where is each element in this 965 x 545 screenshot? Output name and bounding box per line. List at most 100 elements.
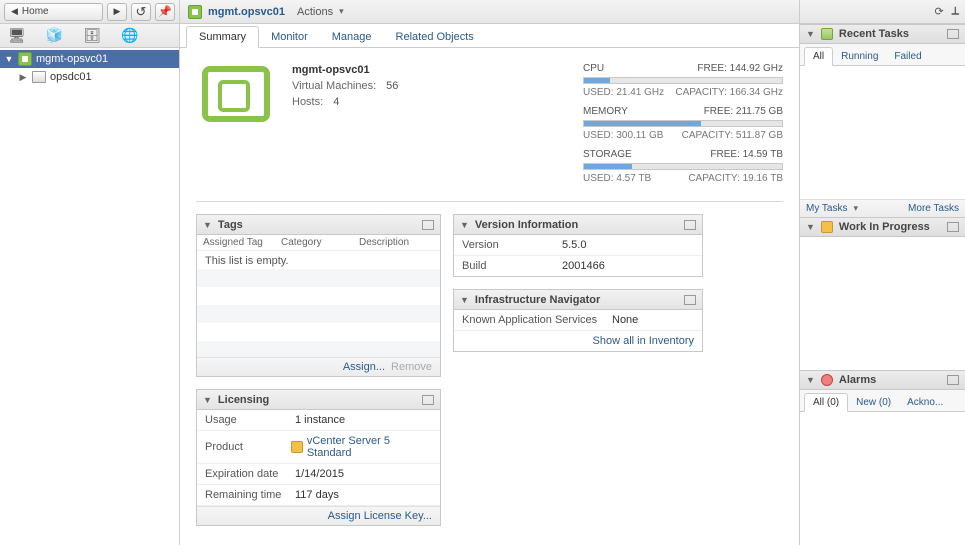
alarm-tab-all[interactable]: All (0) — [804, 393, 848, 412]
task-tab-running[interactable]: Running — [833, 48, 886, 65]
assign-tag-link[interactable]: Assign... — [343, 361, 385, 373]
lic-product-link[interactable]: vCenter Server 5 Standard — [291, 435, 432, 459]
panel-title: Version Information — [475, 219, 678, 231]
alarms-header: ▼ Alarms — [800, 370, 965, 390]
info-label: Virtual Machines: — [292, 80, 376, 92]
collapse-icon[interactable]: ▼ — [806, 222, 815, 232]
recent-tasks-tabs: All Running Failed — [800, 44, 965, 66]
object-header: mgmt.opsvc01 Actions — [180, 0, 799, 24]
licensing-panel: ▼ Licensing Usage1 instance ProductvCente… — [196, 389, 441, 526]
caret-right-icon: ▶ — [18, 72, 28, 83]
collapse-icon[interactable]: ▼ — [203, 395, 212, 405]
panel-title: Licensing — [218, 394, 416, 406]
section-title: Recent Tasks — [839, 28, 941, 40]
side-collapse-icon[interactable]: ⟂ — [952, 5, 959, 18]
metric-free: FREE: 14.59 TB — [710, 149, 783, 160]
licensing-row: Usage1 instance — [197, 410, 440, 431]
tree-node-label: opsdc01 — [50, 71, 92, 83]
collapse-icon[interactable]: ▼ — [806, 29, 815, 39]
panel-pop-out-icon[interactable] — [684, 220, 696, 230]
main-tabs: Summary Monitor Manage Related Objects — [180, 24, 799, 48]
licensing-row: Expiration date1/14/2015 — [197, 464, 440, 485]
assign-license-link[interactable]: Assign License Key... — [328, 510, 432, 522]
kv-key: Version — [462, 239, 562, 251]
metric-name: MEMORY — [583, 106, 628, 117]
metric-used: USED: 300.11 GB — [583, 130, 663, 141]
collapse-icon[interactable]: ▼ — [806, 375, 815, 385]
lic-key: Product — [205, 441, 291, 453]
network-view-icon[interactable]: 🌐 — [121, 27, 138, 44]
resource-metrics: CPUFREE: 144.92 GHzUSED: 21.41 GHzCAPACI… — [583, 60, 783, 187]
tree-node-datacenter[interactable]: ▶ opsdc01 — [0, 68, 179, 86]
datacenter-icon — [32, 71, 46, 83]
tab-manage[interactable]: Manage — [320, 27, 384, 47]
side-panel: ⟳ ⟂ ▼ Recent Tasks All Running Failed My… — [800, 0, 965, 545]
caret-down-icon: ▼ — [4, 54, 14, 64]
panel-pop-out-icon[interactable] — [684, 295, 696, 305]
alarms-body — [800, 412, 965, 545]
tree-node-vcenter[interactable]: ▼ mgmt-opsvc01 — [0, 50, 179, 68]
summary-name: mgmt-opsvc01 — [292, 64, 398, 76]
tab-label: Manage — [332, 31, 372, 43]
wip-icon — [821, 221, 833, 233]
vcenter-icon — [18, 52, 32, 66]
side-refresh-icon[interactable]: ⟳ — [934, 5, 943, 18]
remove-tag-link: Remove — [391, 361, 432, 373]
tab-label: Ackno... — [907, 397, 943, 408]
vcenter-large-icon — [196, 60, 276, 128]
alarm-tabs: All (0) New (0) Ackno... — [800, 390, 965, 412]
more-tasks-link[interactable]: More Tasks — [908, 203, 959, 214]
metric-used: USED: 4.57 TB — [583, 173, 651, 184]
navigator-panel: ◀ Home ▶ 🖥 🧊 🗄 🌐 ▼ mgmt-opsvc01 ▶ opsdc0… — [0, 0, 180, 545]
alarm-tab-new[interactable]: New (0) — [848, 394, 899, 411]
wip-body — [800, 237, 965, 370]
panel-pop-out-icon[interactable] — [947, 29, 959, 39]
lic-val: 1 instance — [295, 414, 345, 426]
lic-val: 1/14/2015 — [295, 468, 344, 480]
panel-pop-out-icon[interactable] — [947, 222, 959, 232]
nav-home-button[interactable]: ◀ Home — [4, 3, 103, 21]
chevron-right-icon: ▶ — [114, 6, 121, 17]
task-tab-failed[interactable]: Failed — [886, 48, 929, 65]
tab-label: Summary — [199, 31, 246, 43]
nav-forward-button[interactable]: ▶ — [107, 3, 127, 21]
nav-home-label: Home — [22, 6, 49, 17]
metric-free: FREE: 144.92 GHz — [697, 63, 783, 74]
col-header: Assigned Tag — [203, 237, 281, 248]
object-title-text: mgmt.opsvc01 — [208, 6, 285, 18]
hosts-view-icon[interactable]: 🖥 — [8, 27, 26, 44]
vms-view-icon[interactable]: 🧊 — [46, 27, 63, 44]
recent-tasks-body — [800, 66, 965, 199]
metric-used: USED: 21.41 GHz — [583, 87, 664, 98]
panel-pop-out-icon[interactable] — [947, 375, 959, 385]
col-header: Description — [359, 237, 409, 248]
collapse-icon[interactable]: ▼ — [460, 220, 469, 230]
alarm-tab-ack[interactable]: Ackno... — [899, 394, 951, 411]
licensing-row: Remaining time117 days — [197, 485, 440, 506]
panel-pop-out-icon[interactable] — [422, 395, 434, 405]
tab-related[interactable]: Related Objects — [384, 27, 486, 47]
tab-monitor[interactable]: Monitor — [259, 27, 320, 47]
my-tasks-filter[interactable]: My Tasks — [806, 203, 858, 214]
vcenter-icon — [188, 5, 202, 19]
nav-pin-button[interactable] — [155, 3, 175, 21]
actions-label: Actions — [297, 6, 333, 18]
tab-summary[interactable]: Summary — [186, 26, 259, 48]
nav-history-button[interactable] — [131, 3, 151, 21]
version-panel: ▼ Version Information Version5.5.0 Build… — [453, 214, 703, 277]
panel-title: Tags — [218, 219, 416, 231]
tags-columns: Assigned Tag Category Description — [197, 235, 440, 251]
storage-view-icon[interactable]: 🗄 — [83, 27, 101, 44]
collapse-icon[interactable]: ▼ — [203, 220, 212, 230]
actions-menu[interactable]: Actions — [297, 6, 344, 18]
inventory-tree: ▼ mgmt-opsvc01 ▶ opsdc01 — [0, 48, 179, 545]
panel-pop-out-icon[interactable] — [422, 220, 434, 230]
summary-info: mgmt-opsvc01 Virtual Machines:56 Hosts:4 — [292, 60, 398, 187]
show-all-inventory-link[interactable]: Show all in Inventory — [593, 335, 695, 347]
kv-val: 5.5.0 — [562, 239, 586, 251]
task-tab-all[interactable]: All — [804, 47, 833, 66]
recent-tasks-header: ▼ Recent Tasks — [800, 24, 965, 44]
summary-header-block: mgmt-opsvc01 Virtual Machines:56 Hosts:4… — [196, 60, 783, 202]
collapse-icon[interactable]: ▼ — [460, 295, 469, 305]
main-panel: mgmt.opsvc01 Actions Summary Monitor Man… — [180, 0, 800, 545]
